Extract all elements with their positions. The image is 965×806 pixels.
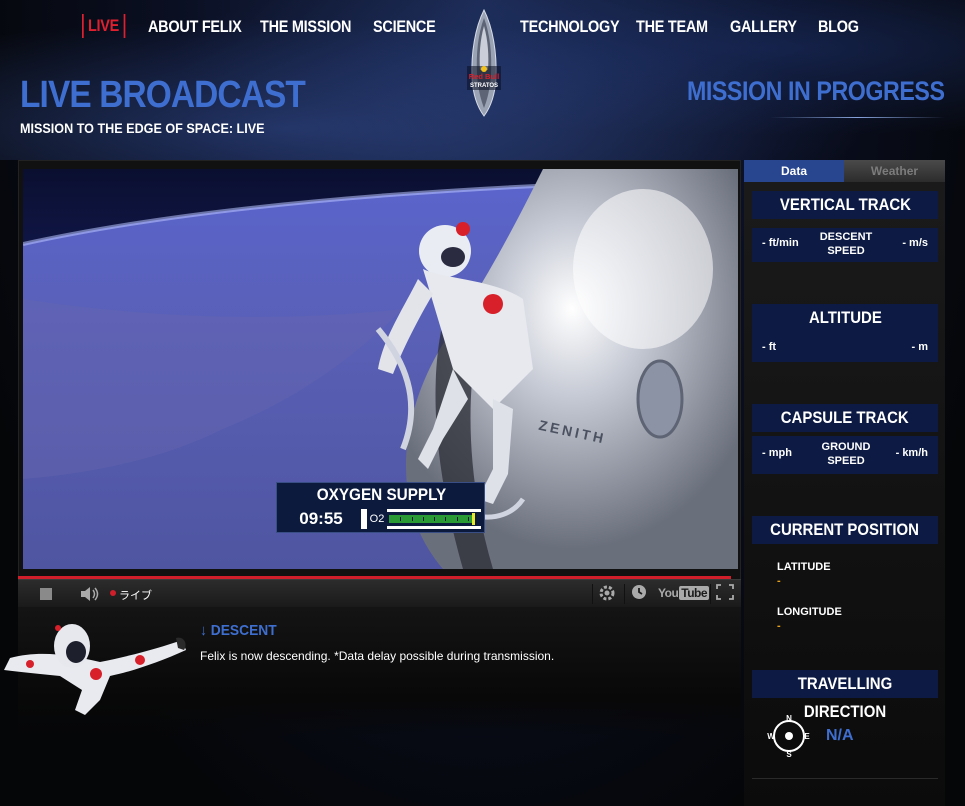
stop-icon[interactable] [40,588,52,600]
descent-heading: ↓ DESCENT [200,622,277,639]
oxygen-supply-row: 09:55 O2 [281,509,481,529]
compass-e-label: E [804,732,810,741]
altitude-values: - ft - m [752,332,938,362]
oxygen-tick [467,517,469,521]
data-sidebar: Data Weather VERTICAL TRACK - ft/min DES… [744,160,945,806]
oxygen-tick [456,517,458,521]
live-indicator[interactable]: ライブ [119,587,152,603]
youtube-tube-text: Tube [679,586,710,600]
nav-technology[interactable]: TECHNOLOGY [520,14,620,40]
longitude-label: LONGITUDE [777,606,842,618]
oxygen-level-bar [387,512,481,526]
sidebar-divider [752,778,938,779]
red-bull-stratos-logo[interactable]: Red Bull STRATOS [463,8,505,118]
oxygen-tick [434,517,435,521]
nav-blog[interactable]: BLOG [818,14,859,40]
latitude-label: LATITUDE [777,561,831,573]
compass-w-label: W [767,732,775,741]
ground-speed-label: GROUND SPEED [821,441,871,467]
live-dot-icon [110,590,116,596]
vertical-track-values: - ft/min DESCENT SPEED - m/s [752,228,938,262]
logo-red-bull-text: Red Bull [469,72,499,81]
mission-status-underline [770,117,945,118]
fullscreen-icon[interactable] [710,584,738,604]
vertical-speed-ftmin: - ft/min [762,237,799,249]
compass-icon: N E S W [767,714,810,759]
compass-n-label: N [786,714,792,723]
video-controls: ライブ You Tube [18,579,741,607]
page-title: LIVE BROADCAST [20,74,306,116]
nav-science[interactable]: SCIENCE [373,14,436,40]
watch-later-clock-icon[interactable] [624,584,652,604]
youtube-you-text: You [658,586,679,600]
felix-skydiver-image [4,624,186,715]
nav-about-felix[interactable]: ABOUT FELIX [148,14,242,40]
compass-s-label: S [786,750,792,759]
travelling-direction-value: N/A [826,727,854,744]
youtube-logo[interactable]: You Tube [658,586,710,600]
oxygen-o2-label: O2 [367,509,387,529]
page-subtitle: MISSION TO THE EDGE OF SPACE: LIVE [20,120,265,136]
altitude-ft: - ft [762,341,777,353]
logo-stratos-text: STRATOS [470,83,498,89]
latitude-value: - [777,575,781,587]
nav-the-mission[interactable]: THE MISSION [260,14,351,40]
altitude-title: ALTITUDE [752,304,938,332]
oxygen-tick [411,517,413,521]
tab-data[interactable]: Data [744,160,844,182]
oxygen-time: 09:55 [281,509,361,529]
oxygen-supply-title: OXYGEN SUPPLY [316,485,447,504]
longitude-value: - [777,620,781,632]
ground-speed-kmh: - km/h [895,447,928,459]
oxygen-level-fill [389,515,472,523]
capsule-track-values: - mph GROUND SPEED - km/h [752,436,938,474]
settings-gear-icon[interactable] [592,584,620,604]
vertical-track-title: VERTICAL TRACK [752,191,938,219]
oxygen-supply-overlay: OXYGEN SUPPLY 09:55 O2 [276,482,485,533]
tab-weather[interactable]: Weather [844,160,945,182]
nav-live[interactable]: LIVE [82,14,126,38]
oxygen-tick [445,517,447,521]
oxygen-level-marker [471,513,475,525]
capsule-track-title: CAPSULE TRACK [752,404,938,432]
descent-speed-label: DESCENT SPEED [819,231,873,257]
oxygen-tick [422,517,424,521]
oxygen-tick [400,517,402,521]
ground-speed-mph: - mph [762,447,792,459]
volume-icon[interactable] [80,586,102,605]
nav-the-team[interactable]: THE TEAM [636,14,708,40]
mission-status: MISSION IN PROGRESS [687,76,945,106]
altitude-m: - m [911,341,929,353]
current-position-title: CURRENT POSITION [752,516,938,544]
vertical-speed-ms: - m/s [902,237,928,249]
travelling-direction-title: TRAVELLING DIRECTION [752,670,938,721]
nav-gallery[interactable]: GALLERY [730,14,797,40]
descent-message: Felix is now descending. *Data delay pos… [200,649,555,663]
